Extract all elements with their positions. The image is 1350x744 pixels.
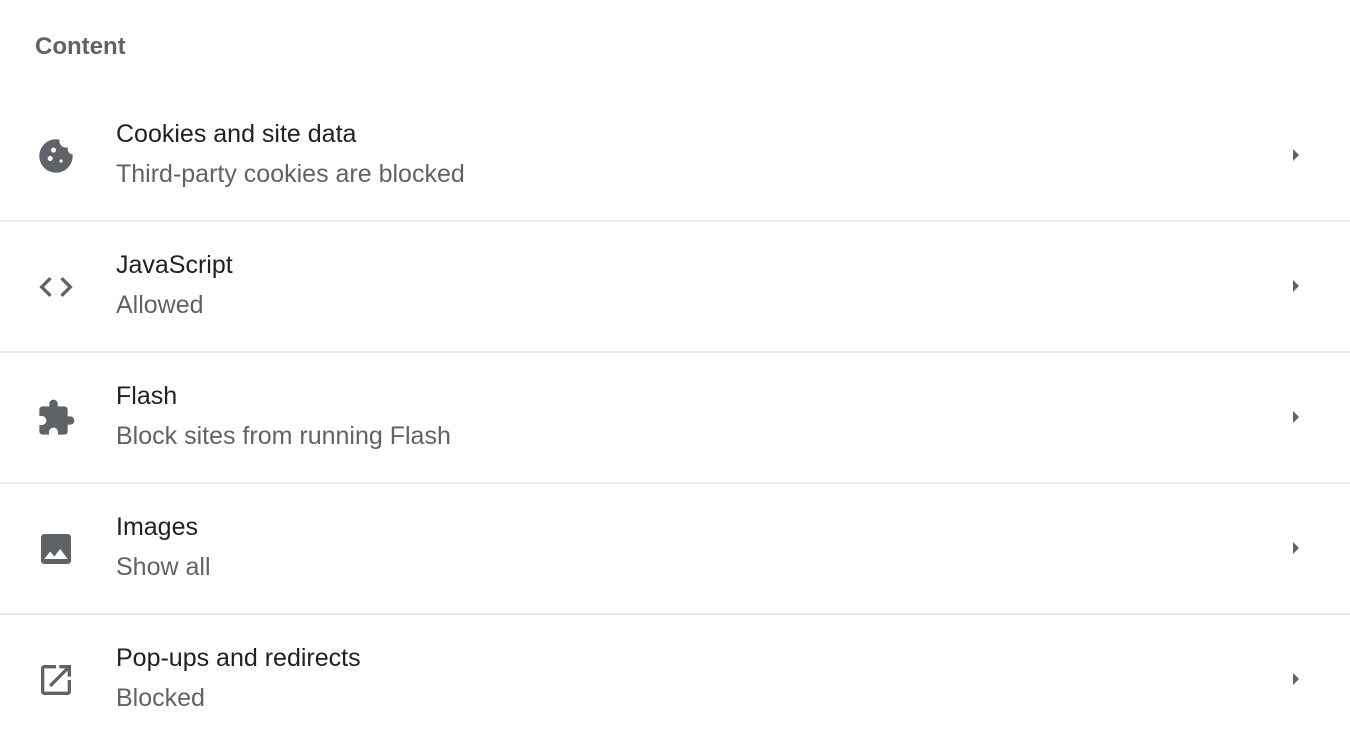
image-icon [36, 529, 76, 569]
row-subtitle: Blocked [116, 684, 205, 712]
row-title: Images [116, 513, 198, 541]
cookie-icon [36, 136, 76, 176]
pop-ups-and-redirects-row[interactable]: Pop-ups and redirects Blocked [0, 615, 1350, 744]
arrow-right-icon[interactable] [1284, 405, 1308, 429]
arrow-right-icon[interactable] [1284, 274, 1308, 298]
arrow-right-icon[interactable] [1284, 667, 1308, 691]
javascript-row[interactable]: JavaScript Allowed [0, 222, 1350, 353]
puzzle-extension-icon [36, 398, 76, 438]
row-title: Cookies and site data [116, 120, 357, 148]
open-in-new-icon [36, 660, 76, 700]
content-settings-section: Content Cookies and site data Third-part… [0, 0, 1350, 734]
row-title: JavaScript [116, 251, 233, 279]
row-subtitle: Allowed [116, 291, 204, 319]
code-icon [36, 267, 76, 307]
flash-row[interactable]: Flash Block sites from running Flash [0, 353, 1350, 484]
row-subtitle: Block sites from running Flash [116, 422, 451, 450]
section-title: Content [35, 33, 126, 60]
images-row[interactable]: Images Show all [0, 484, 1350, 615]
cookies-and-site-data-row[interactable]: Cookies and site data Third-party cookie… [0, 91, 1350, 222]
content-settings-list: Cookies and site data Third-party cookie… [0, 91, 1350, 744]
arrow-right-icon[interactable] [1284, 536, 1308, 560]
row-title: Flash [116, 382, 178, 410]
row-title: Pop-ups and redirects [116, 644, 361, 672]
row-subtitle: Third-party cookies are blocked [116, 160, 465, 188]
row-subtitle: Show all [116, 553, 211, 581]
arrow-right-icon[interactable] [1284, 143, 1308, 167]
